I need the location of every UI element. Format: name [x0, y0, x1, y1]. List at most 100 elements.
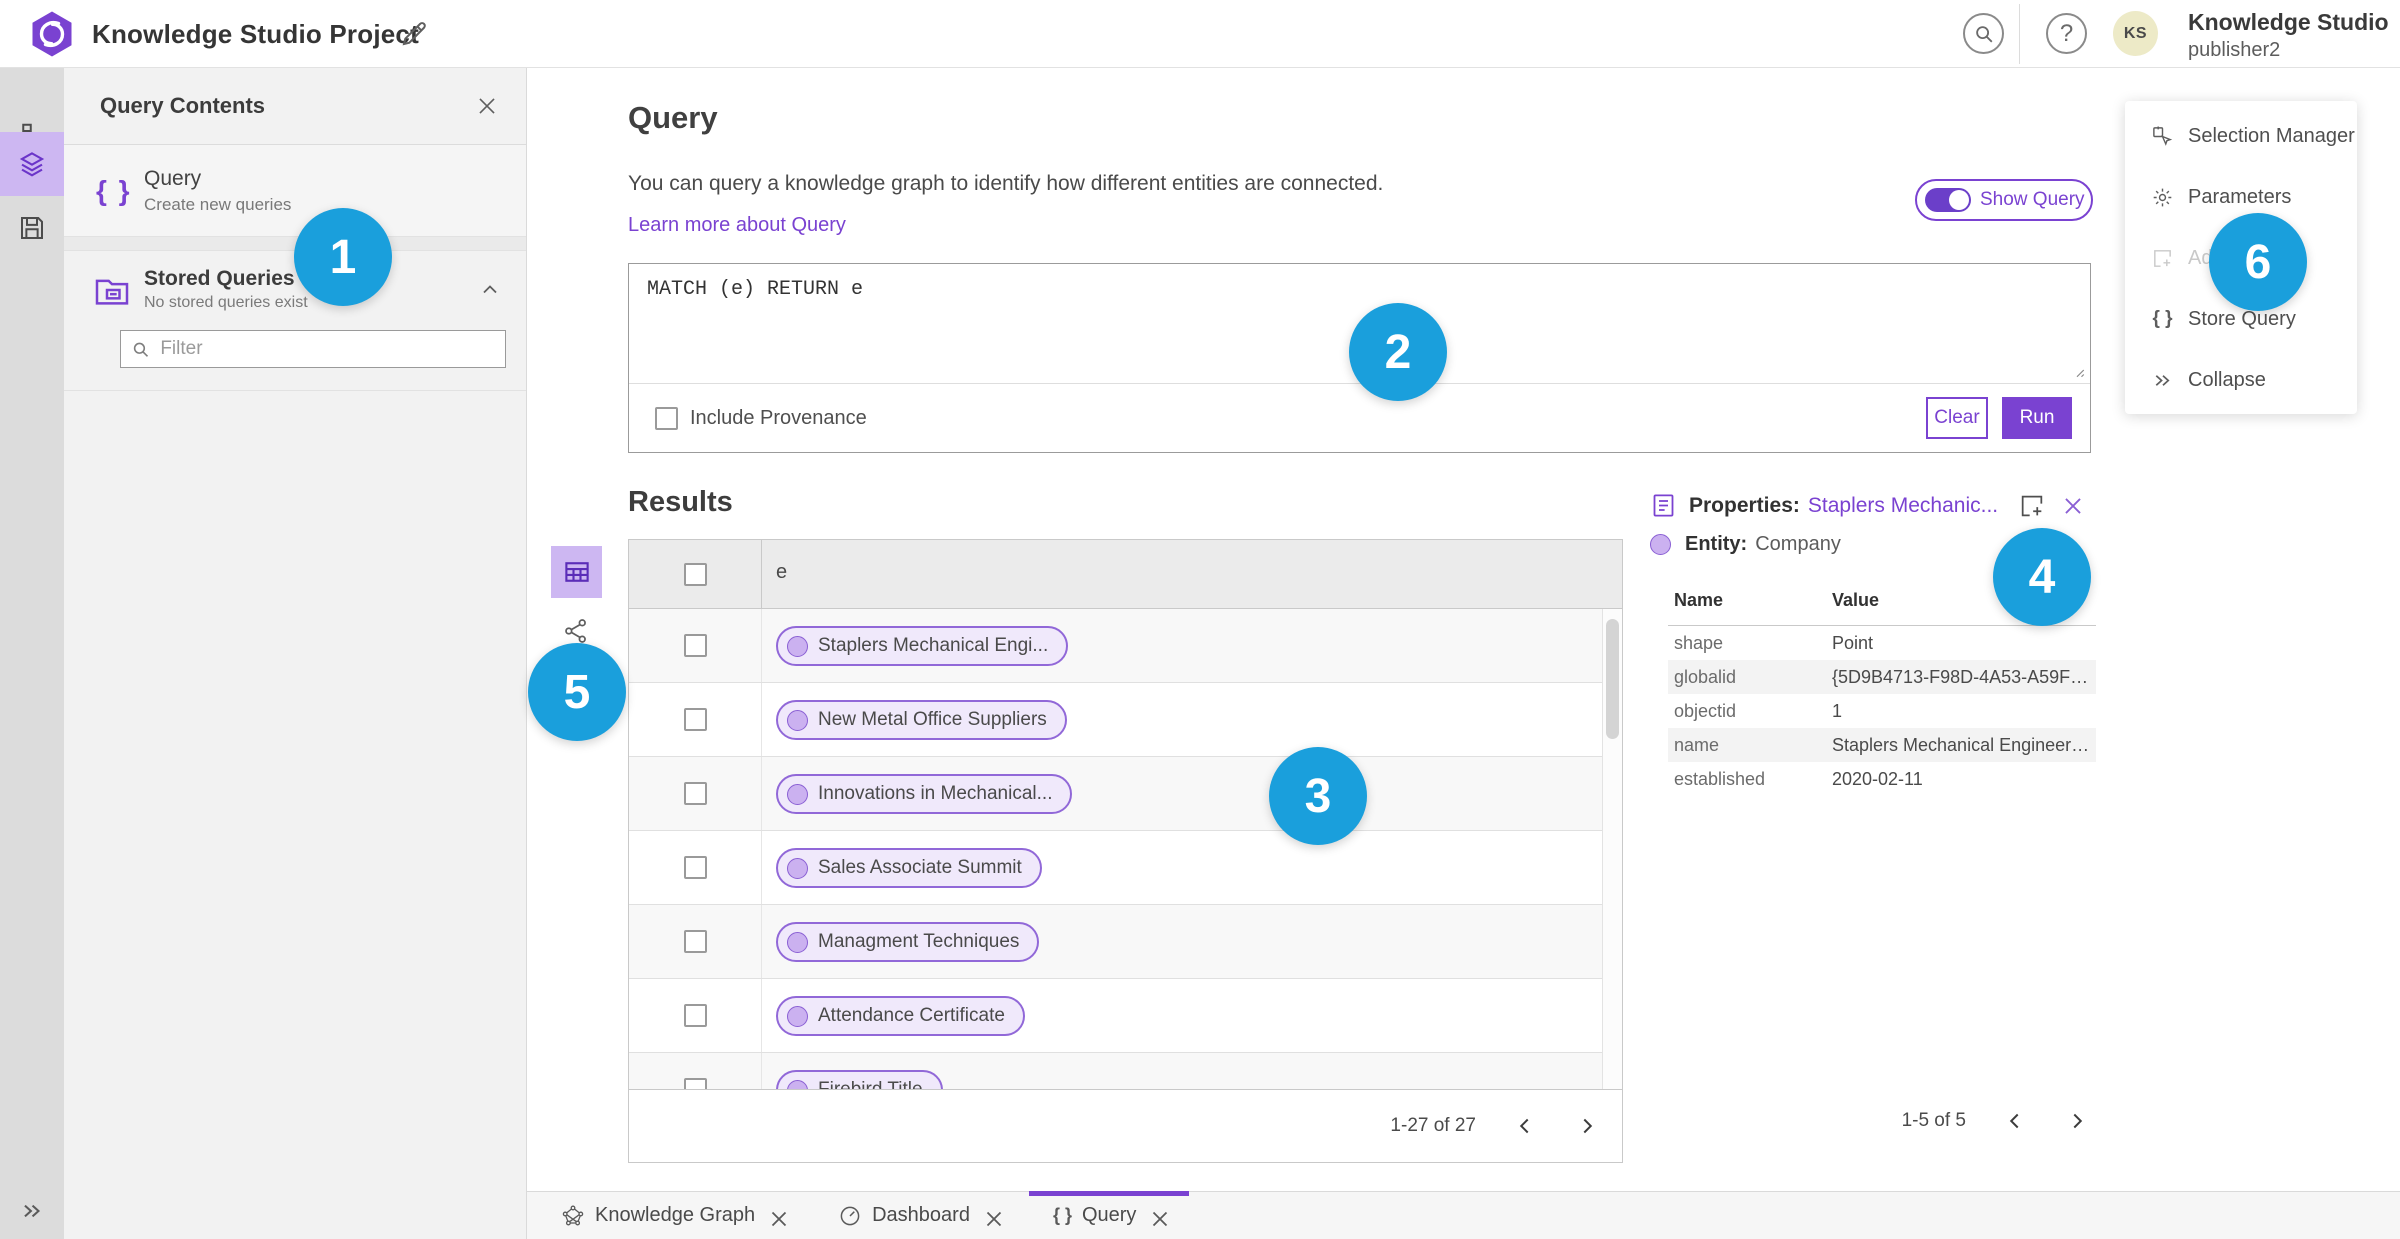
- table-row[interactable]: New Metal Office Suppliers: [629, 683, 1622, 757]
- double-chevron-right-icon: [2155, 375, 2170, 386]
- callout-badge-3: 3: [1269, 747, 1367, 845]
- sidebar-item-query[interactable]: { } Query Create new queries: [64, 145, 526, 237]
- table-row[interactable]: Staplers Mechanical Engi...: [629, 609, 1622, 683]
- include-provenance-checkbox[interactable]: [655, 406, 678, 430]
- prop-value: Staplers Mechanical Engineering: [1832, 734, 2090, 755]
- table-row[interactable]: Attendance Certificate: [629, 979, 1622, 1053]
- entity-pill[interactable]: New Metal Office Suppliers: [776, 700, 1067, 740]
- avatar[interactable]: KS: [2113, 11, 2158, 56]
- add-to-selection-icon[interactable]: [2018, 492, 2046, 520]
- knowledge-graph-icon: [562, 1205, 584, 1225]
- panel-close-icon[interactable]: [474, 93, 500, 119]
- prev-page-button[interactable]: [2002, 1108, 2028, 1134]
- next-page-button[interactable]: [2064, 1108, 2090, 1134]
- entity-pill[interactable]: Sales Associate Summit: [776, 848, 1042, 888]
- prop-name: established: [1674, 768, 1766, 789]
- entity-pill[interactable]: Innovations in Mechanical...: [776, 774, 1073, 814]
- table-row[interactable]: Sales Associate Summit: [629, 831, 1622, 905]
- app-header: Knowledge Studio Project ? KS Knowledge …: [0, 0, 2400, 68]
- entity-pill[interactable]: Firebird Title: [776, 1070, 943, 1089]
- property-row: name Staplers Mechanical Engineering: [1668, 728, 2096, 762]
- clear-button[interactable]: Clear: [1926, 397, 1988, 439]
- table-row[interactable]: Firebird Title: [629, 1053, 1622, 1089]
- next-page-button[interactable]: [1574, 1113, 1600, 1139]
- row-checkbox[interactable]: [683, 1004, 707, 1027]
- menu-label: Collapse: [2188, 369, 2266, 391]
- query-editor-text[interactable]: MATCH (e) RETURN e: [629, 264, 2090, 315]
- braces-icon: { }: [1052, 1205, 1072, 1225]
- properties-pagination: 1-5 of 5: [1660, 1108, 2090, 1134]
- results-table: e Staplers Mechanical Engi... New Metal …: [628, 539, 1623, 1090]
- resize-handle-icon[interactable]: [2068, 361, 2086, 379]
- close-tab-icon[interactable]: [982, 1207, 1002, 1227]
- tab-label: Dashboard: [872, 1204, 970, 1226]
- stored-queries-folder-icon: [92, 270, 132, 310]
- entity-pill-label: New Metal Office Suppliers: [818, 709, 1047, 730]
- tab-label: Knowledge Graph: [595, 1204, 756, 1226]
- menu-label: Store Query: [2188, 308, 2296, 330]
- menu-label: Parameters: [2188, 186, 2292, 208]
- entity-pill-label: Staplers Mechanical Engi...: [818, 635, 1049, 656]
- close-tab-icon[interactable]: [767, 1207, 787, 1227]
- app-logo-icon[interactable]: [28, 10, 76, 58]
- chevron-up-icon[interactable]: [478, 278, 502, 302]
- callout-badge-6: 6: [2209, 213, 2307, 311]
- prop-value: 1: [1832, 700, 1843, 721]
- entity-pill-label: Managment Techniques: [818, 931, 1020, 952]
- panel-title: Query Contents: [100, 93, 266, 118]
- tab-dashboard[interactable]: Dashboard: [820, 1192, 1017, 1239]
- row-checkbox[interactable]: [683, 782, 707, 805]
- scrollbar-thumb[interactable]: [1606, 619, 1619, 739]
- entity-pill[interactable]: Managment Techniques: [776, 922, 1040, 962]
- user-block[interactable]: Knowledge Studio publisher2: [2188, 9, 2389, 62]
- prop-value: {5D9B4713-F98D-4A53-A59F-C11...: [1832, 666, 2090, 687]
- select-all-checkbox[interactable]: [683, 562, 707, 586]
- entity-dot-icon: [1650, 534, 1671, 555]
- toggle-track[interactable]: [1925, 188, 1971, 212]
- row-checkbox[interactable]: [683, 634, 707, 657]
- filter-input[interactable]: [160, 338, 495, 360]
- close-tab-icon[interactable]: [1148, 1207, 1168, 1227]
- callout-badge-5: 5: [528, 643, 626, 741]
- row-checkbox[interactable]: [683, 856, 707, 879]
- row-checkbox[interactable]: [683, 930, 707, 953]
- entity-type: Company: [1755, 533, 1841, 555]
- query-description: You can query a knowledge graph to ident…: [628, 172, 1384, 195]
- menu-item-selection-manager[interactable]: Selection Manager: [2125, 106, 2357, 167]
- rail-layers-button[interactable]: [0, 132, 64, 196]
- panel-header: Query Contents: [64, 68, 526, 145]
- tab-query[interactable]: { } Query: [1028, 1191, 1190, 1239]
- table-row[interactable]: Managment Techniques: [629, 905, 1622, 979]
- gear-icon: [2153, 188, 2172, 207]
- menu-item-collapse[interactable]: Collapse: [2125, 350, 2357, 411]
- avatar-initials: KS: [2123, 24, 2148, 42]
- learn-more-link[interactable]: Learn more about Query: [628, 214, 846, 237]
- table-row[interactable]: Innovations in Mechanical...: [629, 757, 1622, 831]
- braces-icon: { }: [2152, 308, 2173, 329]
- entity-pill[interactable]: Attendance Certificate: [776, 996, 1025, 1036]
- braces-icon: { }: [96, 174, 132, 206]
- properties-close-icon[interactable]: [2060, 493, 2086, 519]
- prev-page-button[interactable]: [1512, 1113, 1538, 1139]
- property-row: globalid {5D9B4713-F98D-4A53-A59F-C11...: [1668, 660, 2096, 694]
- save-icon: [17, 213, 47, 243]
- entity-pill[interactable]: Staplers Mechanical Engi...: [776, 626, 1069, 666]
- table-scrollbar[interactable]: [1602, 609, 1622, 1089]
- run-button[interactable]: Run: [2002, 397, 2072, 439]
- expand-rail-button[interactable]: [0, 1187, 64, 1235]
- entity-dot-icon: [787, 709, 808, 731]
- entity-label: Entity:: [1685, 533, 1748, 555]
- column-header-e: e: [776, 561, 788, 583]
- table-view-button[interactable]: [551, 546, 602, 598]
- show-query-toggle[interactable]: Show Query: [1915, 179, 2093, 221]
- tab-knowledge-graph[interactable]: Knowledge Graph: [543, 1192, 802, 1239]
- row-checkbox[interactable]: [683, 708, 707, 731]
- rail-save-button[interactable]: [0, 196, 64, 260]
- stored-queries-section: Stored Queries No stored queries exist: [64, 251, 526, 391]
- query-item-title: Query: [144, 166, 202, 190]
- search-button[interactable]: [1963, 13, 2004, 54]
- properties-entity-link[interactable]: Staplers Mechanic...: [1808, 494, 1998, 518]
- entity-pill-label: Sales Associate Summit: [818, 857, 1022, 878]
- edit-title-icon[interactable]: [398, 18, 430, 50]
- help-button[interactable]: ?: [2046, 13, 2087, 54]
